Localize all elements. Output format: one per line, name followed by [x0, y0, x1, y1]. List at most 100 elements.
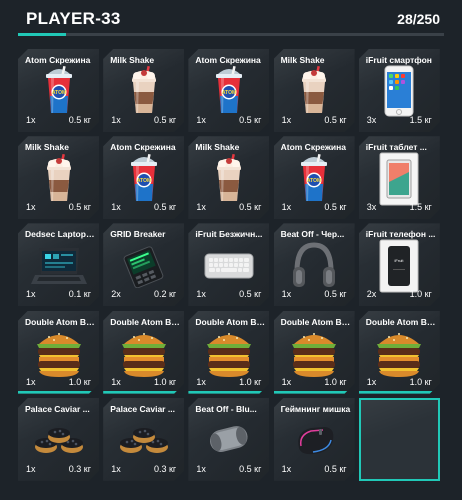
item-quantity: 1x: [111, 463, 121, 474]
inventory-slot[interactable]: Atom Скрежина ATOM 1x 0.5 кг: [18, 49, 99, 132]
inventory-slot[interactable]: Beat Off - Blu... 1x 0.5 кг: [188, 398, 269, 481]
inventory-slot[interactable]: Double Atom Bu... 1x 1.0 кг: [359, 311, 440, 394]
item-durability-bar: [188, 391, 269, 394]
milkshake-icon: [211, 154, 247, 204]
headphones-icon: [290, 241, 338, 291]
inventory-slot[interactable]: Palace Caviar ... 1x 0.3 кг: [18, 398, 99, 481]
inventory-slot[interactable]: iFruit телефон ... iFruit 2x 1.0 кг: [359, 223, 440, 306]
item-weight: 0.5 кг: [324, 202, 347, 213]
inventory-slot[interactable]: Milk Shake 1x 0.5 кг: [103, 49, 184, 132]
slush-cup-icon: ATOM: [126, 154, 162, 204]
item-weight: 0.5 кг: [324, 115, 347, 125]
item-quantity: 1x: [111, 202, 121, 213]
item-name: Геймнинг мишка: [280, 403, 351, 414]
item-weight: 1.0 кг: [68, 376, 91, 387]
caviar-icon: [117, 420, 171, 460]
item-quantity: 1x: [111, 115, 121, 125]
item-weight: 1.0 кг: [153, 376, 177, 387]
item-weight: 0.5 кг: [324, 289, 347, 300]
item-weight: 1.0 кг: [409, 376, 432, 387]
item-quantity: 1x: [26, 289, 36, 300]
milkshake-icon: [126, 66, 162, 116]
inventory-slot[interactable]: Atom Скрежина ATOM 1x 0.5 кг: [188, 49, 269, 132]
inventory-slot[interactable]: Atom Скрежина ATOM 1x 0.5 кг: [103, 136, 184, 219]
burger-icon: [118, 328, 170, 378]
item-name: Beat Off - Чер...: [280, 229, 345, 240]
item-name: Milk Shake: [110, 55, 155, 65]
item-quantity: 1x: [281, 376, 292, 387]
inventory-capacity: 28/250: [397, 11, 440, 27]
item-weight: 0.3 кг: [68, 463, 91, 474]
milkshake-icon: [296, 66, 332, 116]
inventory-slot[interactable]: iFruit таблет ... 3x 1.5 кг: [359, 136, 440, 219]
item-weight: 0.5 кг: [68, 202, 91, 213]
item-quantity: 1x: [196, 376, 206, 387]
item-quantity: 1x: [196, 289, 206, 300]
item-name: Double Atom Bu...: [25, 316, 95, 327]
item-name: iFruit Безжичн...: [195, 229, 263, 240]
inventory-slot[interactable]: Double Atom Bu... 1x 1.0 кг: [188, 311, 269, 394]
item-weight: 1.0 кг: [324, 376, 347, 387]
inventory-slot[interactable]: Double Atom Bu... 1x 1.0 кг: [18, 311, 99, 394]
tablet-box-icon: [379, 152, 419, 206]
inventory-grid: Atom Скрежина ATOM 1x 0.5 кг Milk Shake 1x…: [18, 49, 448, 495]
item-name: Double Atom Bu...: [195, 316, 266, 327]
item-weight: 0.3 кг: [153, 463, 177, 474]
item-weight: 0.5 кг: [239, 115, 262, 125]
item-quantity: 1x: [366, 376, 377, 387]
inventory-slot[interactable]: Milk Shake 1x 0.5 кг: [274, 49, 355, 132]
item-name: iFruit смартфон: [365, 55, 432, 65]
item-name: Atom Скрежина: [280, 142, 346, 153]
capacity-bar: [18, 33, 444, 36]
inventory-header: PLAYER-33 28/250: [0, 0, 462, 36]
item-quantity: 2x: [111, 289, 121, 300]
item-name: Milk Shake: [25, 142, 69, 153]
inventory-slot[interactable]: Milk Shake 1x 0.5 кг: [188, 136, 269, 219]
item-name: Beat Off - Blu...: [195, 403, 257, 414]
item-quantity: 1x: [26, 376, 36, 387]
item-name: Atom Скрежина: [110, 142, 176, 153]
inventory-slot-empty[interactable]: [358, 397, 440, 481]
item-quantity: 1x: [26, 463, 36, 474]
item-name: Milk Shake: [195, 142, 240, 153]
item-weight: 1.0 кг: [239, 376, 262, 387]
slush-cup-icon: ATOM: [41, 66, 77, 116]
inventory-slot[interactable]: Геймнинг мишка 1x 0.5 кг: [274, 398, 355, 481]
smartphone-icon: [384, 65, 414, 117]
item-durability-bar: [359, 391, 440, 394]
item-weight: 0.5 кг: [153, 115, 177, 125]
svg-text:ATOM: ATOM: [137, 178, 151, 184]
item-durability-bar: [274, 391, 355, 394]
item-name: Atom Скрежина: [25, 55, 91, 65]
svg-text:ATOM: ATOM: [51, 90, 65, 96]
item-quantity: 1x: [26, 202, 36, 213]
item-quantity: 1x: [26, 115, 36, 125]
slush-cup-icon: ATOM: [296, 154, 332, 204]
item-weight: 0.5 кг: [239, 202, 262, 213]
svg-text:iFruit: iFruit: [395, 258, 405, 263]
inventory-slot[interactable]: GRID Breaker 2x 0.2 кг: [103, 223, 184, 306]
inventory-slot[interactable]: Palace Caviar ... 1x 0.3 кг: [103, 398, 184, 481]
item-weight: 0.5 кг: [239, 289, 262, 300]
item-name: Palace Caviar ...: [110, 403, 175, 414]
item-quantity: 1x: [281, 202, 292, 213]
inventory-slot[interactable]: Milk Shake 1x 0.5 кг: [18, 136, 99, 219]
keyboard-icon: [204, 251, 254, 281]
inventory-slot[interactable]: Atom Скрежина ATOM 1x 0.5 кг: [274, 136, 355, 219]
item-quantity: 2x: [366, 289, 377, 300]
item-name: Palace Caviar ...: [25, 403, 90, 414]
burger-icon: [33, 328, 85, 378]
inventory-slot[interactable]: iFruit Безжичн... 1x 0.5 кг: [188, 223, 269, 306]
inventory-slot[interactable]: Beat Off - Чер... 1x 0.5 кг: [274, 223, 355, 306]
item-weight: 1.5 кг: [409, 115, 432, 125]
svg-text:ATOM: ATOM: [222, 90, 236, 96]
gaming-mouse-icon: [289, 418, 339, 462]
inventory-slot[interactable]: Double Atom Bu... 1x 1.0 кг: [103, 311, 184, 394]
item-quantity: 1x: [111, 376, 121, 387]
item-quantity: 1x: [196, 463, 206, 474]
item-quantity: 1x: [196, 115, 206, 125]
inventory-slot[interactable]: Dedsec Laptop ... 1x 0.1 кг: [18, 223, 99, 306]
inventory-slot[interactable]: Double Atom Bu... 1x 1.0 кг: [274, 311, 355, 394]
inventory-slot[interactable]: iFruit смартфон 3x 1.5 кг: [359, 49, 440, 132]
item-quantity: 1x: [281, 289, 292, 300]
